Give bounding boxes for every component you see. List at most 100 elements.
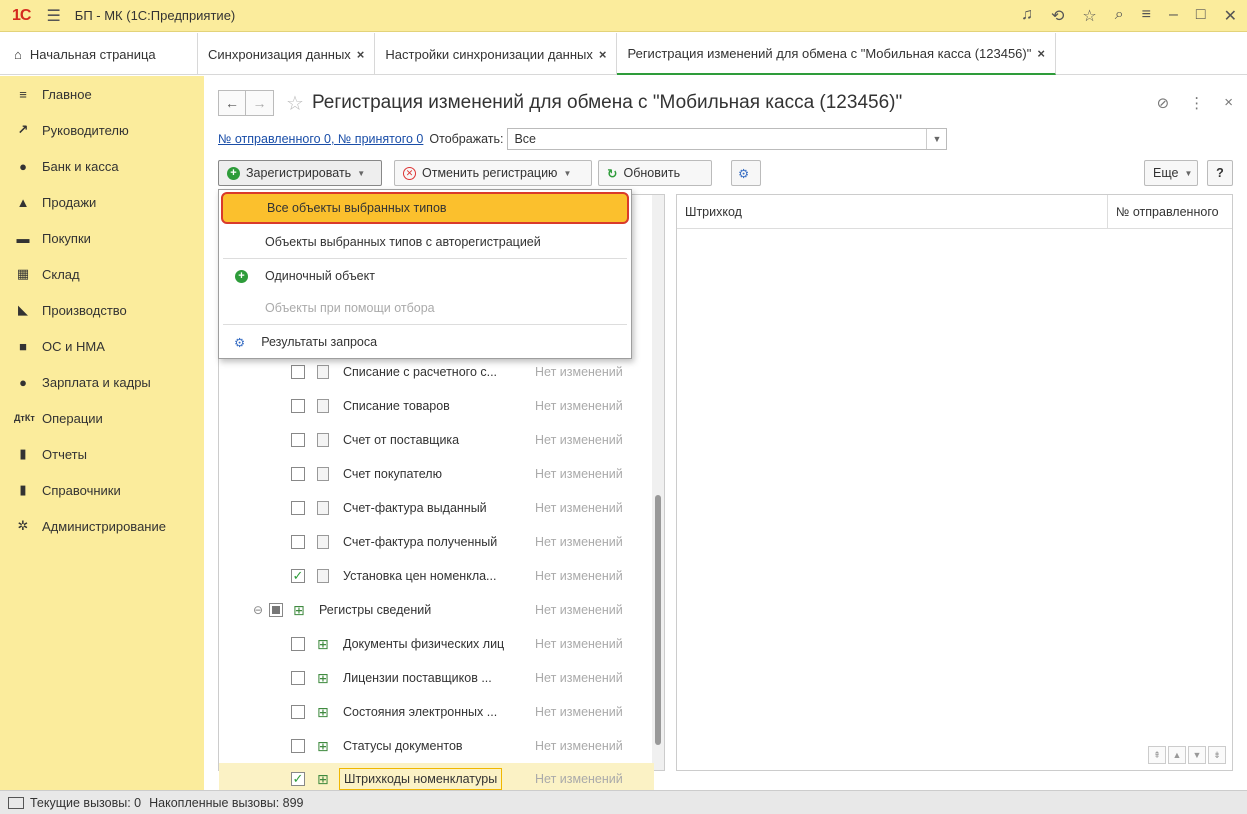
row-checkbox[interactable] xyxy=(291,467,305,481)
tab-data-sync[interactable]: Синхронизация данных × xyxy=(198,33,376,75)
toolbar: + Зарегистрировать ▼ ✕ Отменить регистра… xyxy=(218,160,1233,186)
display-select-value: Все xyxy=(514,132,537,146)
changes-table[interactable]: Штрихкод № отправленного ⇞ ▲ ▼ ⇟ xyxy=(676,194,1233,771)
row-checkbox[interactable] xyxy=(291,433,305,447)
menu-item-query-results[interactable]: ⚙ Результаты запроса xyxy=(219,326,631,358)
tab-home[interactable]: ⌂ Начальная страница xyxy=(0,33,198,75)
sidebar-item-warehouse[interactable]: ▦ Склад xyxy=(0,256,204,292)
main-content: ← → ☆ Регистрация изменений для обмена с… xyxy=(204,76,1247,795)
close-tab-icon[interactable]: × xyxy=(599,47,607,62)
link-icon[interactable]: ⊘ xyxy=(1157,94,1170,112)
document-icon xyxy=(317,433,329,447)
notifications-icon[interactable]: ♫ xyxy=(1021,6,1033,26)
column-header-barcode[interactable]: Штрихкод xyxy=(685,205,742,219)
back-button[interactable]: ← xyxy=(218,90,246,116)
tab-sync-settings[interactable]: Настройки синхронизации данных × xyxy=(375,33,618,75)
row-checkbox[interactable] xyxy=(291,739,305,753)
tree-row[interactable]: Списание товаров Нет изменений xyxy=(219,389,654,423)
menu-item-label: Объекты при помощи отбора xyxy=(265,301,435,315)
row-checkbox[interactable] xyxy=(291,399,305,413)
sidebar-item-sales[interactable]: ▲ Продажи xyxy=(0,184,204,220)
tree-row[interactable]: Списание с расчетного с... Нет изменений xyxy=(219,355,654,389)
register-icon: ⊞ xyxy=(293,601,305,618)
tree-group-row[interactable]: ⊖ ⊞ Регистры сведений Нет изменений xyxy=(219,593,654,627)
sidebar-item-payroll[interactable]: ● Зарплата и кадры xyxy=(0,364,204,400)
group-checkbox[interactable] xyxy=(269,603,283,617)
close-icon[interactable]: ✕ xyxy=(1224,6,1237,26)
collapse-icon[interactable]: ⊖ xyxy=(253,603,263,617)
row-checkbox[interactable] xyxy=(291,705,305,719)
tree-row[interactable]: Счет-фактура выданный Нет изменений xyxy=(219,491,654,525)
next-page-icon[interactable]: ▼ xyxy=(1188,746,1206,764)
help-button[interactable]: ? xyxy=(1207,160,1233,186)
header-actions: ⊘ ⋮ × xyxy=(1157,94,1233,112)
forward-button[interactable]: → xyxy=(246,90,274,116)
tree-row[interactable]: ⊞ Статусы документов Нет изменений xyxy=(219,729,654,763)
row-checkbox-checked[interactable]: ✓ xyxy=(291,772,305,786)
query-button[interactable]: ⚙ xyxy=(731,160,761,186)
tree-row[interactable]: Счет-фактура полученный Нет изменений xyxy=(219,525,654,559)
first-page-icon[interactable]: ⇞ xyxy=(1148,746,1166,764)
sidebar-item-main[interactable]: ≡ Главное xyxy=(0,76,204,112)
menu-item-autoregistration[interactable]: Объекты выбранных типов с авторегистраци… xyxy=(219,226,631,258)
main-menu-icon[interactable]: ☰ xyxy=(46,6,60,26)
page-title: Регистрация изменений для обмена с "Моби… xyxy=(311,92,903,113)
cancel-registration-button[interactable]: ✕ Отменить регистрацию ▼ xyxy=(394,160,592,186)
close-form-icon[interactable]: × xyxy=(1224,94,1233,112)
sidebar-item-bank[interactable]: ● Банк и касса xyxy=(0,148,204,184)
close-tab-icon[interactable]: × xyxy=(357,47,365,62)
tree-row[interactable]: ⊞ Лицензии поставщиков ... Нет изменений xyxy=(219,661,654,695)
row-checkbox[interactable] xyxy=(291,671,305,685)
tab-change-registration[interactable]: Регистрация изменений для обмена с "Моби… xyxy=(617,33,1056,75)
scrollbar-thumb[interactable] xyxy=(655,495,661,745)
tree-row[interactable]: ⊞ Документы физических лиц Нет изменений xyxy=(219,627,654,661)
row-name: Счет от поставщика xyxy=(343,433,460,447)
tree-row[interactable]: Счет покупателю Нет изменений xyxy=(219,457,654,491)
row-checkbox[interactable] xyxy=(291,501,305,515)
sidebar-item-assets[interactable]: ■ ОС и НМА xyxy=(0,328,204,364)
history-icon[interactable]: ⟲ xyxy=(1051,6,1064,26)
row-checkbox[interactable] xyxy=(291,535,305,549)
refresh-button[interactable]: ↻ Обновить xyxy=(598,160,712,186)
sidebar-item-label: Главное xyxy=(42,86,92,102)
row-checkbox[interactable] xyxy=(291,637,305,651)
row-checkbox[interactable] xyxy=(291,365,305,379)
sidebar-item-admin[interactable]: ✲ Администрирование xyxy=(0,508,204,544)
prev-page-icon[interactable]: ▲ xyxy=(1168,746,1186,764)
sent-received-link[interactable]: № отправленного 0, № принятого 0 xyxy=(218,132,423,146)
tree-row[interactable]: ✓ Установка цен номенкла... Нет изменени… xyxy=(219,559,654,593)
more-vert-icon[interactable]: ⋮ xyxy=(1189,94,1204,112)
row-checkbox-checked[interactable]: ✓ xyxy=(291,569,305,583)
sidebar-item-reports[interactable]: ▮ Отчеты xyxy=(0,436,204,472)
favorites-icon[interactable]: ☆ xyxy=(1082,6,1096,26)
row-status: Нет изменений xyxy=(535,705,623,719)
menu-item-all-objects[interactable]: Все объекты выбранных типов xyxy=(221,192,629,224)
menu-item-single-object[interactable]: + Одиночный объект xyxy=(219,260,631,292)
sidebar-item-production[interactable]: ◣ Производство xyxy=(0,292,204,328)
sidebar-item-catalogs[interactable]: ▮ Справочники xyxy=(0,472,204,508)
close-tab-icon[interactable]: × xyxy=(1037,46,1045,61)
search-icon[interactable]: ⌕ xyxy=(1115,6,1124,26)
monitor-icon[interactable] xyxy=(8,796,24,809)
maximize-icon[interactable]: □ xyxy=(1196,6,1206,26)
document-icon xyxy=(317,467,329,481)
column-header-sent-no[interactable]: № отправленного xyxy=(1107,195,1234,229)
register-button[interactable]: + Зарегистрировать ▼ xyxy=(218,160,382,186)
minimize-icon[interactable]: – xyxy=(1169,6,1178,26)
row-name: Состояния электронных ... xyxy=(343,705,498,719)
row-status: Нет изменений xyxy=(535,467,623,481)
last-page-icon[interactable]: ⇟ xyxy=(1208,746,1226,764)
tree-row[interactable]: Счет от поставщика Нет изменений xyxy=(219,423,654,457)
settings-menu-icon[interactable]: ≡ xyxy=(1142,6,1151,26)
document-icon xyxy=(317,535,329,549)
tab-label: Настройки синхронизации данных xyxy=(385,46,593,62)
tabs-bar: ⌂ Начальная страница Синхронизация данны… xyxy=(0,33,1247,75)
sidebar-item-purchases[interactable]: ▬ Покупки xyxy=(0,220,204,256)
tree-row[interactable]: ⊞ Состояния электронных ... Нет изменени… xyxy=(219,695,654,729)
more-button[interactable]: Еще ▼ xyxy=(1144,160,1198,186)
sidebar-item-manager[interactable]: ↗ Руководителю xyxy=(0,112,204,148)
chevron-down-icon[interactable]: ▼ xyxy=(926,129,946,149)
favorite-star-icon[interactable]: ☆ xyxy=(286,91,304,116)
sidebar-item-operations[interactable]: ДтКт Операции xyxy=(0,400,204,436)
display-select[interactable]: Все ▼ xyxy=(507,128,948,150)
